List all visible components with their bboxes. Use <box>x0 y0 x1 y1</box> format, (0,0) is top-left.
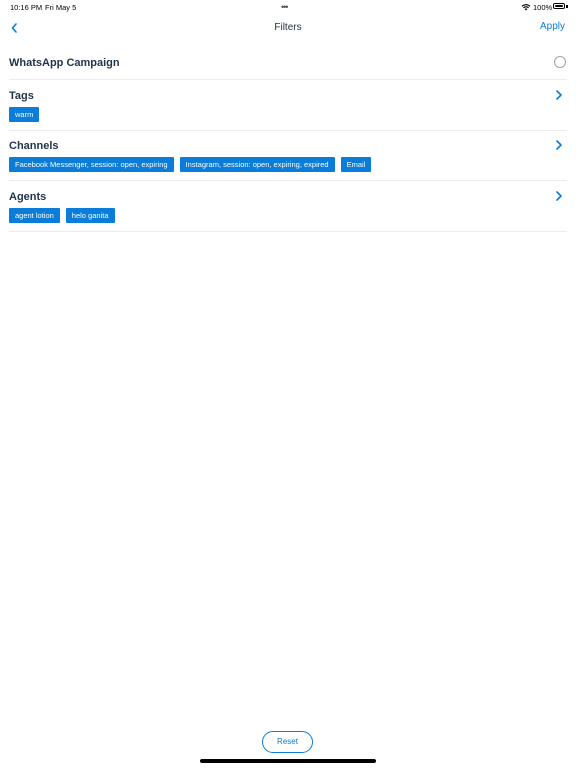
apply-button[interactable]: Apply <box>540 21 565 32</box>
tags-section[interactable]: Tags warm <box>9 80 567 131</box>
status-time: 10:16 PM <box>10 3 43 12</box>
battery-percent: 100% <box>533 3 553 12</box>
page-title: Filters <box>274 22 302 33</box>
channel-chip[interactable]: Facebook Messenger, session: open, expir… <box>9 157 174 172</box>
agents-chevron-right-icon[interactable] <box>554 190 564 202</box>
channel-chip[interactable]: Email <box>340 157 372 172</box>
status-bar: 10:16 PM Fri May 5 ••• 100% <box>0 0 576 14</box>
campaign-label: WhatsApp Campaign <box>9 57 120 69</box>
tags-chip-list: warm <box>9 107 40 122</box>
channel-chip[interactable]: Instagram, session: open, expiring, expi… <box>179 157 335 172</box>
home-indicator[interactable] <box>200 759 376 763</box>
agent-chip[interactable]: agent lotion <box>9 208 60 223</box>
wifi-icon <box>521 4 531 11</box>
tags-chevron-right-icon[interactable] <box>554 89 564 101</box>
channels-section[interactable]: Channels Facebook Messenger, session: op… <box>9 131 567 181</box>
status-date: Fri May 5 <box>45 3 77 12</box>
channels-chip-list: Facebook Messenger, session: open, expir… <box>9 157 372 172</box>
campaign-radio-button[interactable] <box>554 56 566 68</box>
campaign-row[interactable]: WhatsApp Campaign <box>9 50 567 80</box>
battery-icon <box>553 3 565 9</box>
battery-cap <box>566 5 568 8</box>
agents-chip-list: agent lotion helo ganita <box>9 208 115 223</box>
agents-title: Agents <box>9 191 47 203</box>
tags-title: Tags <box>9 90 34 102</box>
multitasking-dots[interactable]: ••• <box>281 2 289 12</box>
tag-chip[interactable]: warm <box>9 107 40 122</box>
reset-button[interactable]: Reset <box>262 731 313 753</box>
channels-chevron-right-icon[interactable] <box>554 139 564 151</box>
agent-chip[interactable]: helo ganita <box>65 208 115 223</box>
channels-title: Channels <box>9 140 59 152</box>
agents-section[interactable]: Agents agent lotion helo ganita <box>9 181 567 232</box>
nav-bar: Filters Apply <box>0 14 576 42</box>
